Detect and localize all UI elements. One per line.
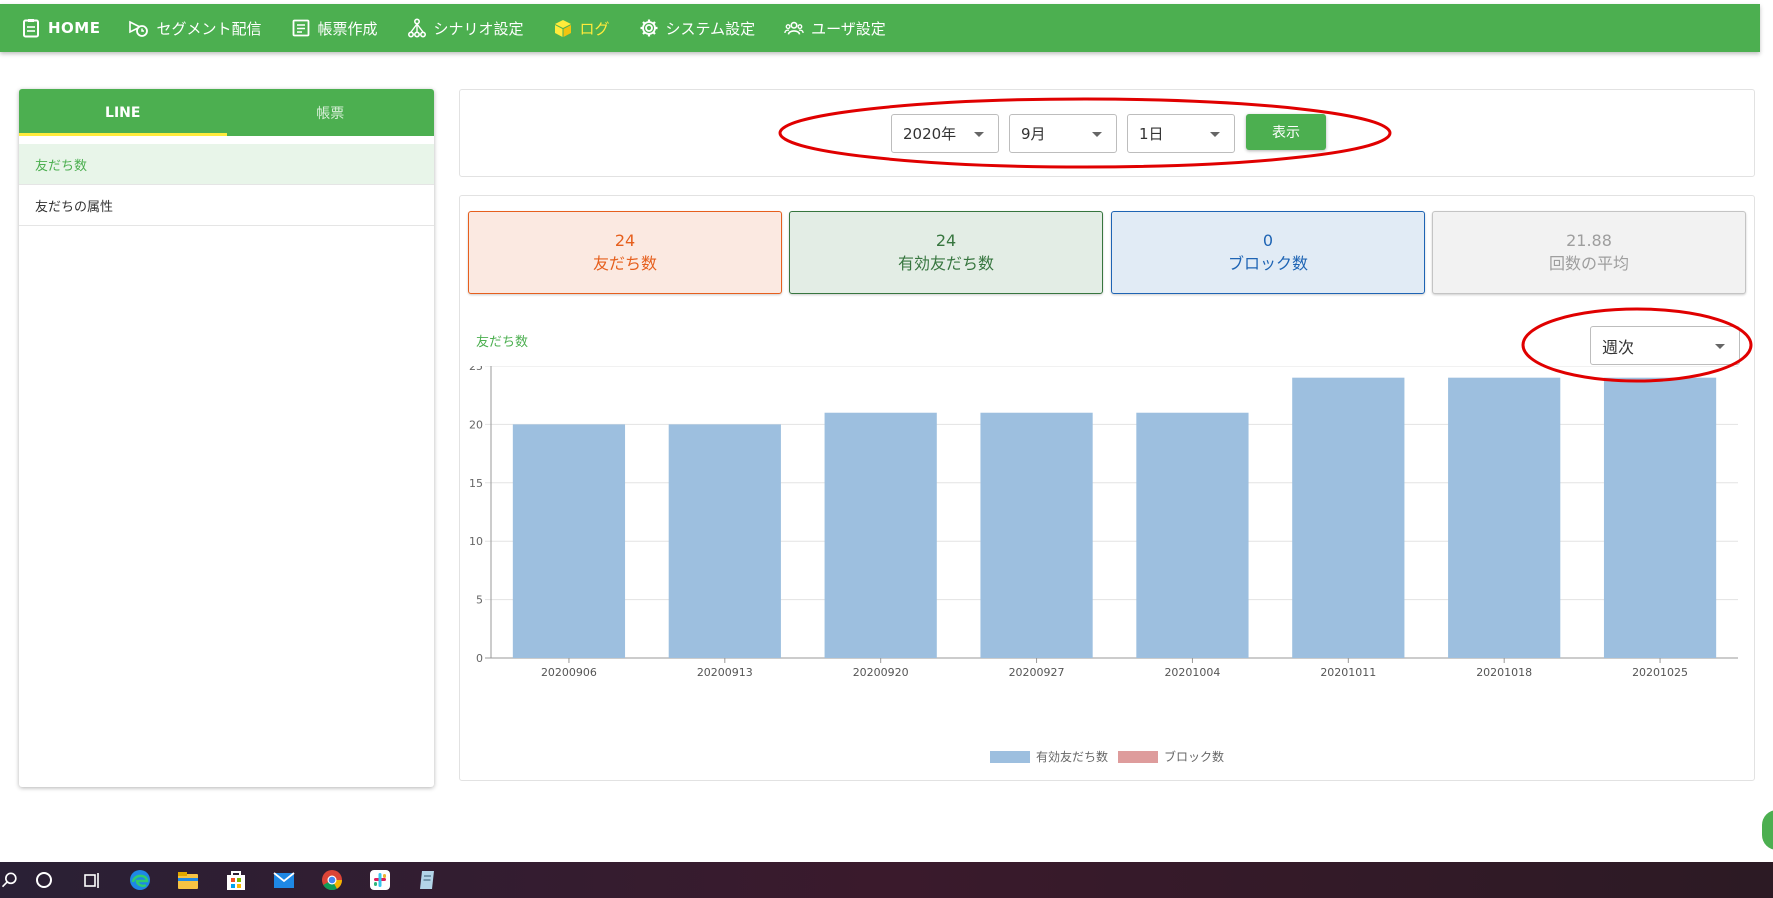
month-value: 9月: [1021, 125, 1046, 143]
nav-label: 帳票作成: [317, 19, 378, 38]
nav-user[interactable]: ユーザ設定: [783, 4, 886, 52]
nav-label: セグメント配信: [156, 19, 262, 38]
clipboard-icon: [20, 17, 42, 39]
bar-active-friends: [824, 412, 937, 658]
year-select[interactable]: 2020年: [891, 114, 999, 153]
date-filter-card: 2020年 9月 1日 表示: [459, 89, 1755, 177]
y-tick-label: 10: [469, 535, 483, 548]
year-value: 2020年: [903, 125, 957, 143]
explorer-icon[interactable]: [164, 862, 212, 898]
nav-label: ログ: [579, 19, 610, 38]
legend-swatch: [990, 750, 1030, 763]
stat-card-average: 21.88 回数の平均: [1432, 211, 1746, 294]
tree-icon: [406, 17, 428, 39]
bar-active-friends: [668, 424, 781, 658]
stat-label: 友だち数: [592, 253, 657, 273]
stats-chart-card: 24 友だち数 24 有効友だち数 0 ブロック数 21.88 回数の平均 友だ…: [459, 195, 1755, 781]
stat-value: 24: [614, 230, 636, 250]
cortana-icon[interactable]: [20, 862, 68, 898]
side-panel: LINE 帳票 友だち数 友だちの属性: [19, 89, 434, 787]
legend-item[interactable]: ブロック数: [1118, 748, 1224, 765]
nav-segment[interactable]: セグメント配信: [128, 4, 262, 52]
side-list: 友だち数 友だちの属性: [19, 144, 434, 226]
y-tick-label: 5: [476, 594, 483, 607]
stat-label: ブロック数: [1227, 253, 1308, 273]
box-icon: [552, 17, 574, 39]
mail-icon[interactable]: [260, 862, 308, 898]
stat-label: 有効友だち数: [897, 253, 994, 273]
nav-label: ユーザ設定: [811, 19, 886, 38]
x-tick-label: 20201004: [1164, 666, 1220, 679]
bar-active-friends: [1136, 412, 1249, 658]
nav-home[interactable]: HOME: [20, 4, 100, 52]
stat-value: 0: [1262, 230, 1274, 250]
nav-label: シナリオ設定: [433, 19, 524, 38]
bar-active-friends: [1292, 377, 1405, 658]
tab-report[interactable]: 帳票: [227, 89, 435, 136]
x-tick-label: 20200927: [1009, 666, 1065, 679]
stat-card-blocks: 0 ブロック数: [1111, 211, 1425, 294]
y-tick-label: 15: [469, 477, 483, 490]
chevron-down-icon: [1210, 132, 1220, 137]
y-tick-label: 0: [476, 652, 483, 665]
document-icon: [290, 17, 312, 39]
y-tick-label: 25: [469, 366, 483, 373]
nav-label: HOME: [48, 19, 101, 37]
task-view-icon[interactable]: [68, 862, 116, 898]
side-tabs: LINE 帳票: [19, 89, 434, 136]
bar-active-friends: [1603, 377, 1717, 658]
y-tick-label: 20: [469, 418, 483, 431]
chart-legend: 有効友だち数 ブロック数: [990, 748, 1234, 765]
chrome-icon[interactable]: [308, 862, 356, 898]
side-item-friends-count[interactable]: 友だち数: [19, 144, 434, 185]
x-tick-label: 20201018: [1476, 666, 1532, 679]
x-tick-label: 20201025: [1632, 666, 1688, 679]
help-fab[interactable]: [1762, 810, 1773, 850]
day-value: 1日: [1139, 125, 1164, 143]
chevron-down-icon: [1715, 344, 1725, 349]
nav-label: システム設定: [665, 19, 756, 38]
legend-label: ブロック数: [1164, 750, 1225, 764]
stat-card-friends: 24 友だち数: [468, 211, 782, 294]
stat-value: 21.88: [1566, 230, 1612, 250]
nav-scenario[interactable]: シナリオ設定: [406, 4, 524, 52]
nav-report[interactable]: 帳票作成: [290, 4, 378, 52]
slack-icon[interactable]: [356, 862, 404, 898]
timer-send-icon: [128, 17, 150, 39]
users-icon: [783, 17, 805, 39]
edge-icon[interactable]: [116, 862, 164, 898]
stat-label: 回数の平均: [1548, 253, 1629, 273]
legend-item[interactable]: 有効友だち数: [990, 748, 1108, 765]
bar-chart: 0 5 10 15 20 25 20200906 20200913 20200920 202009…: [469, 366, 1738, 679]
stat-card-active-friends: 24 有効友だち数: [789, 211, 1103, 294]
top-navbar: HOME セグメント配信 帳票作成 シナリオ設定 ログ システム設定 ユーザ設定: [0, 4, 1760, 52]
chevron-down-icon: [974, 132, 984, 137]
legend-label: 有効友だち数: [1036, 750, 1109, 764]
store-icon[interactable]: [212, 862, 260, 898]
x-tick-label: 20200920: [853, 666, 909, 679]
x-tick-label: 20201011: [1320, 666, 1376, 679]
notepad-icon[interactable]: [404, 862, 452, 898]
nav-log[interactable]: ログ: [552, 4, 610, 52]
gear-icon: [638, 17, 660, 39]
windows-taskbar: [0, 862, 1773, 898]
day-select[interactable]: 1日: [1127, 114, 1235, 153]
legend-swatch: [1118, 750, 1159, 763]
chart-title: 友だち数: [476, 335, 529, 350]
stat-value: 24: [935, 230, 957, 250]
search-icon[interactable]: [0, 862, 20, 898]
nav-system[interactable]: システム設定: [638, 4, 756, 52]
x-tick-label: 20200913: [697, 666, 753, 679]
period-select[interactable]: 週次: [1590, 326, 1740, 365]
x-tick-label: 20200906: [541, 666, 597, 679]
bar-active-friends: [1448, 377, 1561, 658]
tab-line[interactable]: LINE: [19, 89, 227, 136]
chevron-down-icon: [1092, 132, 1102, 137]
show-button[interactable]: 表示: [1246, 114, 1326, 150]
side-item-friends-attributes[interactable]: 友だちの属性: [19, 185, 434, 226]
bar-active-friends: [980, 412, 1093, 658]
month-select[interactable]: 9月: [1009, 114, 1117, 153]
period-value: 週次: [1602, 337, 1635, 357]
bar-active-friends: [512, 424, 626, 658]
